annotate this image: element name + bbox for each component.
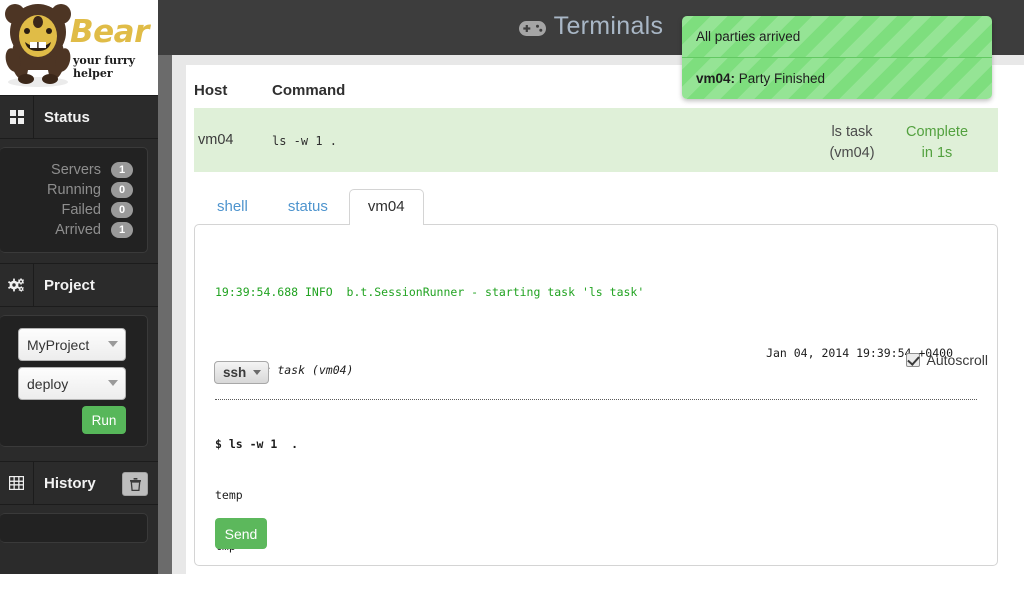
history-panel (0, 513, 148, 543)
notification-stack: All parties arrived vm04: Party Finished (682, 16, 992, 99)
status-badge-servers: 1 (111, 162, 133, 178)
gears-icon (0, 264, 34, 306)
status-row-arrived: Arrived 1 (0, 220, 133, 240)
brand-tagline: your furry helper (73, 54, 136, 80)
brand-logo[interactable]: Bear your furry helper (0, 0, 158, 95)
autoscroll-toggle[interactable]: Autoscroll (905, 352, 988, 368)
autoscroll-checkbox[interactable] (905, 353, 920, 367)
column-header-command: Command (272, 82, 346, 99)
brand-name: Bear (70, 14, 149, 50)
film-strip-icon (0, 462, 34, 504)
status-row-running: Running 0 (0, 180, 133, 200)
ssh-mode-label: ssh (223, 365, 247, 380)
cell-host: vm04 (198, 132, 234, 148)
status-row-failed: Failed 0 (0, 200, 133, 220)
log-info-line: 19:39:54.688 INFO b.t.SessionRunner - st… (215, 285, 645, 299)
cell-task: ls task (vm04) (819, 122, 885, 164)
log-divider (215, 399, 977, 400)
log-task-header: ls task (vm04) Jan 04, 2014 19:39:54 +04… (215, 345, 977, 377)
chevron-down-icon (253, 370, 262, 375)
send-button[interactable]: Send (215, 518, 267, 549)
terminal-tabs: shell status vm04 (198, 180, 426, 225)
cell-status-duration: in 1s (921, 145, 953, 161)
gamepad-icon (518, 21, 546, 36)
toast-prefix: vm04: (696, 71, 736, 86)
terminal-log: 19:39:54.688 INFO b.t.SessionRunner - st… (215, 250, 977, 589)
status-panel: Servers 1 Running 0 Failed 0 Arrived 1 (0, 147, 148, 253)
table-row[interactable]: vm04 ls -w 1 . ls task (vm04) Complete i… (194, 108, 998, 172)
trash-icon (129, 477, 141, 491)
column-header-host: Host (194, 82, 228, 99)
status-badge-failed: 0 (111, 202, 133, 218)
sidebar: Bear your furry helper Status Servers 1 … (0, 0, 158, 574)
task-select[interactable]: deploy (18, 367, 126, 400)
project-select-value: MyProject (27, 336, 90, 353)
clear-history-button[interactable] (122, 472, 148, 496)
task-select-value: deploy (27, 375, 69, 392)
tab-vm04[interactable]: vm04 (348, 189, 424, 225)
terminal-panel: 19:39:54.688 INFO b.t.SessionRunner - st… (194, 224, 998, 566)
status-badge: Complete (905, 124, 969, 140)
toast-message: Party Finished (735, 71, 826, 86)
status-label-servers: Servers (51, 162, 101, 178)
tab-shell[interactable]: shell (198, 189, 267, 225)
autoscroll-label: Autoscroll (926, 352, 988, 368)
tab-status[interactable]: status (269, 189, 347, 225)
status-label-running: Running (46, 182, 101, 198)
cell-command: ls -w 1 . (272, 134, 338, 148)
log-output-line: tmp (215, 538, 977, 555)
sidebar-section-history-label: History (44, 474, 96, 492)
bear-mascot-icon (5, 4, 71, 87)
chevron-down-icon (108, 341, 118, 347)
project-panel: MyProject deploy Run (0, 315, 148, 447)
status-label-failed: Failed (61, 202, 102, 218)
log-output-line: temp (215, 488, 243, 502)
project-select[interactable]: MyProject (18, 328, 126, 361)
status-label-arrived: Arrived (55, 222, 101, 238)
toast-all-parties-arrived[interactable]: All parties arrived (682, 16, 992, 57)
status-badge-arrived: 1 (111, 222, 133, 238)
toast-party-finished[interactable]: vm04: Party Finished (682, 57, 992, 99)
run-button[interactable]: Run (82, 406, 126, 434)
cell-task-line2: (vm04) (829, 145, 875, 161)
sidebar-section-history[interactable]: History (0, 461, 158, 505)
page-title-text: Terminals (553, 12, 664, 40)
status-row-servers: Servers 1 (0, 160, 133, 180)
cell-task-line1: ls task (831, 124, 873, 140)
log-command-line: $ ls -w 1 . (215, 437, 299, 451)
ssh-mode-button[interactable]: ssh (214, 361, 270, 384)
chevron-down-icon (108, 380, 118, 386)
cell-status: Complete in 1s (894, 122, 980, 164)
grid-squares-icon (0, 96, 34, 138)
sidebar-section-project[interactable]: Project (0, 263, 158, 307)
toast-message: All parties arrived (696, 29, 801, 44)
status-badge-running: 0 (111, 182, 133, 198)
sidebar-section-status-label: Status (44, 108, 90, 126)
log-task-name: ls task (vm04) (256, 363, 354, 377)
sidebar-section-status[interactable]: Status (0, 95, 158, 139)
sidebar-section-project-label: Project (44, 276, 95, 294)
